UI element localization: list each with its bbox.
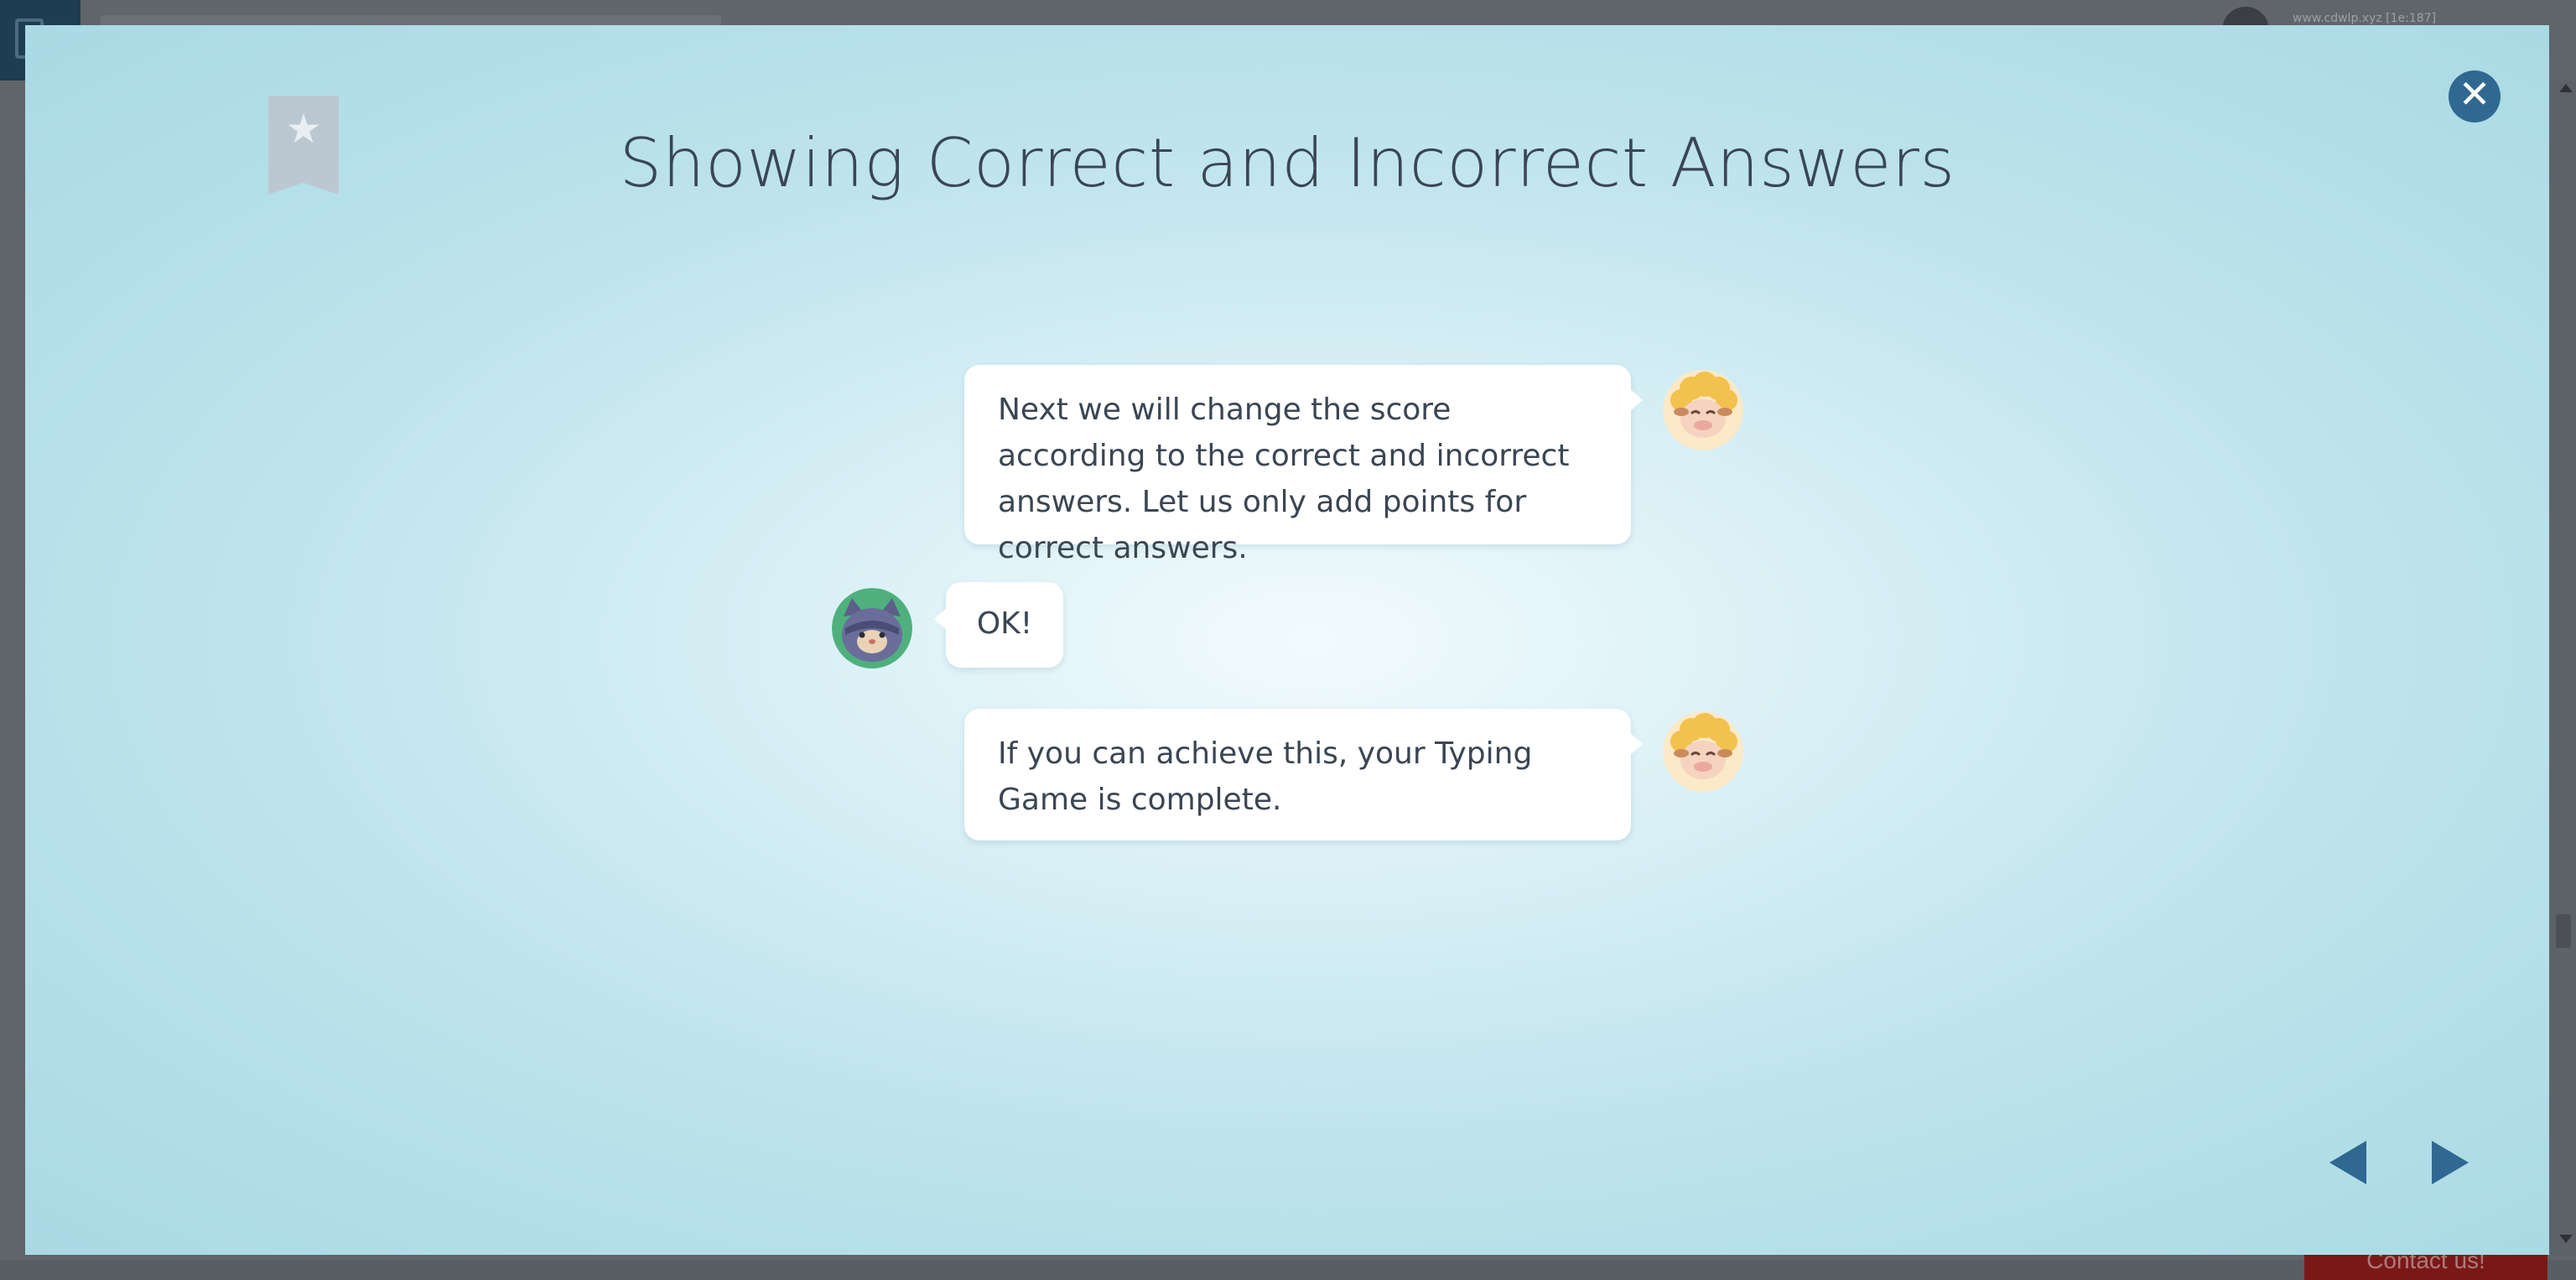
horizontal-scrollbar[interactable]: [0, 1260, 2576, 1280]
close-button[interactable]: ✕: [2449, 70, 2501, 122]
scrollbar-thumb[interactable]: [2556, 914, 2571, 948]
page-scrollbar[interactable]: [2551, 81, 2576, 1255]
triangle-left-icon[interactable]: [2329, 1141, 2366, 1184]
speech-bubble-sheep: Next we will change the score according …: [964, 365, 1643, 565]
triangle-right-icon[interactable]: [2432, 1141, 2469, 1184]
user-info-text: www.cdwlp.xyz [1e:187]: [2293, 12, 2437, 25]
message-text: If you can achieve this, your Typing Gam…: [998, 736, 1533, 817]
scroll-up-icon[interactable]: [2559, 84, 2573, 92]
speech-bubble-sheep: If you can achieve this, your Typing Gam…: [964, 709, 1643, 840]
cat-avatar: [832, 588, 912, 669]
scroll-down-icon[interactable]: [2559, 1235, 2573, 1243]
speech-bubble-cat: OK!: [934, 582, 1063, 668]
lesson-modal: ★ Showing Correct and Incorrect Answers …: [25, 25, 2549, 1255]
close-icon: ✕: [2458, 71, 2491, 117]
lesson-title: Showing Correct and Incorrect Answers: [619, 124, 1955, 202]
sheep-avatar: [1663, 370, 1743, 450]
sheep-avatar: [1663, 711, 1743, 792]
message-text: OK!: [976, 606, 1033, 641]
message-text: Next we will change the score according …: [998, 393, 1570, 565]
